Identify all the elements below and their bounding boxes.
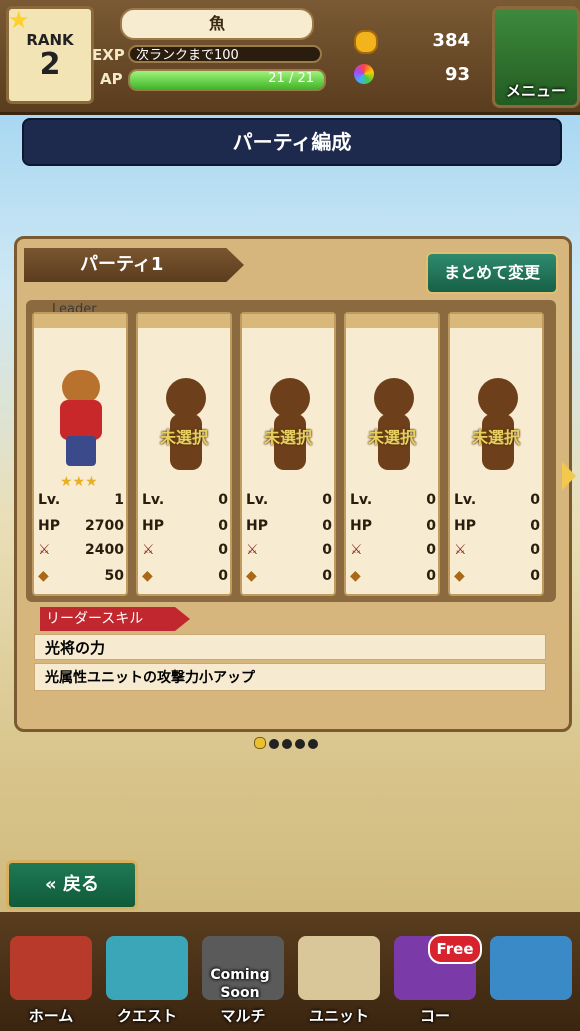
sword-icon: ⚔ (38, 542, 51, 558)
bulk-change-button[interactable]: まとめて変更 (426, 252, 558, 294)
unselected-label: 未選択 (159, 428, 208, 447)
page-dot[interactable] (295, 739, 305, 749)
slot-header (242, 314, 334, 328)
currency-coins: 384 (432, 30, 470, 51)
hp-value: 2700 (85, 518, 124, 534)
page-dot[interactable] (282, 739, 292, 749)
nav-quest-label: クエスト (116, 1007, 177, 1025)
page-dot[interactable] (308, 739, 318, 749)
level-value: 1 (114, 492, 124, 508)
slot-header (34, 314, 126, 328)
hp-value: 0 (218, 518, 228, 534)
sword-icon: ⚔ (350, 542, 363, 558)
attack-value: 0 (426, 542, 436, 558)
back-button[interactable]: « 戻る (6, 860, 138, 910)
cost-value: 0 (426, 568, 436, 584)
menu-button-label[interactable]: メニュー (492, 80, 580, 101)
unselected-label: 未選択 (367, 428, 416, 447)
attack-value: 2400 (85, 542, 124, 558)
attack-value: 0 (530, 542, 540, 558)
nav-home[interactable]: ホーム (2, 930, 100, 1030)
nav-home-label: ホーム (28, 1007, 74, 1025)
unselected-label: 未選択 (263, 428, 312, 447)
nav-collection-label: コー (419, 1007, 450, 1025)
page-dot[interactable] (269, 739, 279, 749)
attack-value: 0 (218, 542, 228, 558)
cost-icon: ◆ (350, 568, 361, 584)
nav-unit-label: ユニット (308, 1007, 369, 1025)
cost-value: 50 (104, 568, 124, 584)
back-label: 戻る (62, 874, 99, 895)
party-slot-5[interactable]: 未選択 Lv. 0 HP 0 ⚔ 0 ◆ 0 (448, 312, 544, 596)
leader-skill-name: 光将の力 (34, 634, 546, 660)
hp-value: 0 (426, 518, 436, 534)
unit-icon (298, 936, 380, 1000)
slot-header (346, 314, 438, 328)
level-label: Lv. (454, 492, 477, 508)
player-name: 魚 (120, 8, 314, 40)
unselected-label: 未選択 (471, 428, 520, 447)
rank-value: 2 (39, 47, 61, 82)
tower-icon (490, 936, 572, 1000)
hp-label: HP (454, 518, 476, 534)
cost-icon: ◆ (454, 568, 465, 584)
level-value: 0 (218, 492, 228, 508)
hp-label: HP (38, 518, 60, 534)
level-label: Lv. (350, 492, 373, 508)
next-page-arrow-icon[interactable] (562, 462, 576, 490)
sword-icon: ⚔ (142, 542, 155, 558)
level-value: 0 (530, 492, 540, 508)
ap-label: AP (100, 70, 123, 88)
hp-value: 0 (530, 518, 540, 534)
nav-unit[interactable]: ユニット (290, 930, 388, 1030)
sword-icon: ⚔ (454, 542, 467, 558)
hp-label: HP (350, 518, 372, 534)
leader-skill-header: リーダースキル (40, 607, 190, 631)
level-label: Lv. (246, 492, 269, 508)
star-icon: ★ (8, 6, 30, 34)
cost-value: 0 (530, 568, 540, 584)
cost-value: 0 (322, 568, 332, 584)
attack-value: 0 (322, 542, 332, 558)
nav-quest[interactable]: クエスト (98, 930, 196, 1030)
rarity-stars-icon: ★★★ (60, 474, 98, 490)
level-value: 0 (322, 492, 332, 508)
leader-skill-description: 光属性ユニットの攻撃力小アップ (34, 663, 546, 691)
level-label: Lv. (142, 492, 165, 508)
hp-label: HP (246, 518, 268, 534)
page-indicator (254, 734, 321, 753)
cost-icon: ◆ (246, 568, 257, 584)
house-icon (10, 936, 92, 1000)
cost-icon: ◆ (142, 568, 153, 584)
level-value: 0 (426, 492, 436, 508)
party-tab: パーティ1 (24, 248, 244, 282)
coming-soon-badge: Coming Soon (210, 967, 270, 1001)
hp-label: HP (142, 518, 164, 534)
free-badge: Free (428, 934, 482, 964)
unit-portrait (52, 370, 110, 470)
hp-value: 0 (322, 518, 332, 534)
party-slot-1[interactable]: ★★★ Lv. 1 HP 2700 ⚔ 2400 ◆ 50 (32, 312, 128, 596)
party-slot-4[interactable]: 未選択 Lv. 0 HP 0 ⚔ 0 ◆ 0 (344, 312, 440, 596)
nav-multi-label: マルチ (220, 1007, 266, 1025)
ap-value: 21 / 21 (268, 71, 314, 86)
page-dot[interactable] (254, 737, 266, 749)
exp-label: EXP (92, 46, 125, 64)
cost-value: 0 (218, 568, 228, 584)
exp-bar: 次ランクまで100 (128, 45, 322, 63)
cost-icon: ◆ (38, 568, 49, 584)
slot-header (138, 314, 230, 328)
nav-shop[interactable] (482, 930, 580, 1030)
party-slot-3[interactable]: 未選択 Lv. 0 HP 0 ⚔ 0 ◆ 0 (240, 312, 336, 596)
gate-icon (106, 936, 188, 1000)
currency-gems: 93 (444, 64, 470, 85)
level-label: Lv. (38, 492, 61, 508)
sword-icon: ⚔ (246, 542, 259, 558)
party-slot-2[interactable]: 未選択 Lv. 0 HP 0 ⚔ 0 ◆ 0 (136, 312, 232, 596)
slot-header (450, 314, 542, 328)
page-title: パーティ編成 (22, 118, 562, 166)
